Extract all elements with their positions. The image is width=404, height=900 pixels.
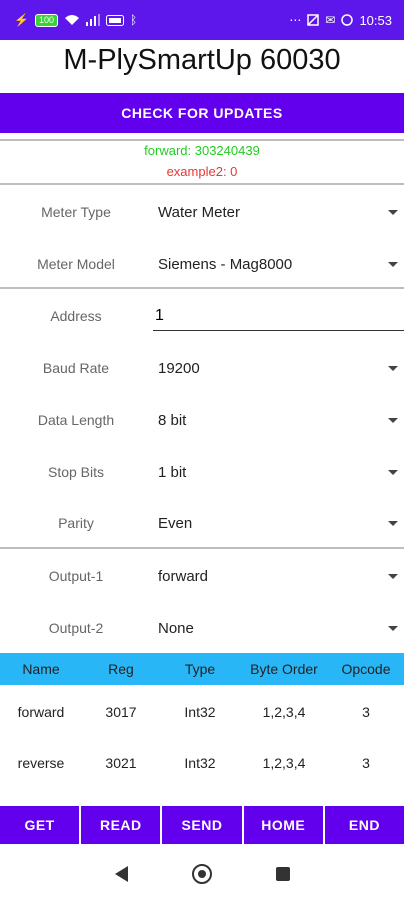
data-length-row[interactable]: Data Length 8 bit: [0, 394, 404, 446]
cell-opcode: 3: [362, 704, 370, 720]
charging-bolt-icon: ⚡: [14, 13, 29, 27]
status-bar: ⚡ 100 ᛒ ⋯ ✉ 10:53: [0, 0, 404, 40]
meter-model-select[interactable]: Siemens - Mag8000: [152, 256, 404, 273]
baud-rate-label: Baud Rate: [42, 360, 110, 376]
cell-byte-order: 1,2,3,4: [262, 755, 306, 771]
dropdown-arrow-icon[interactable]: [388, 521, 398, 526]
read-button[interactable]: READ: [81, 806, 161, 844]
home-icon[interactable]: [191, 864, 212, 884]
status-bar-left: ⚡ 100 ᛒ: [14, 13, 138, 27]
dropdown-arrow-icon[interactable]: [388, 210, 398, 215]
meter-type-select[interactable]: Water Meter: [152, 204, 404, 221]
stop-bits-row[interactable]: Stop Bits 1 bit: [0, 446, 404, 498]
stop-bits-label: Stop Bits: [47, 464, 105, 480]
app-title: M-PlySmartUp 60030: [63, 44, 341, 76]
bluetooth-icon: ᛒ: [129, 13, 138, 27]
dropdown-arrow-icon[interactable]: [388, 418, 398, 423]
dropdown-arrow-icon[interactable]: [388, 470, 398, 475]
address-label: Address: [50, 308, 102, 324]
signal-icon: [85, 14, 100, 26]
home-button[interactable]: HOME: [243, 806, 323, 844]
output-1-select[interactable]: forward: [152, 568, 404, 585]
whatsapp-icon: [341, 14, 354, 26]
home-dot: [197, 870, 206, 878]
system-navigation-bar: [0, 848, 404, 900]
cell-opcode: 3: [362, 755, 370, 771]
column-header-opcode: Opcode: [341, 661, 391, 677]
battery-icon: 100: [34, 13, 58, 27]
bottom-action-bar: GET READ SEND HOME END: [0, 806, 404, 844]
divider: [0, 183, 404, 185]
dnd-icon: ⋯: [289, 13, 302, 27]
parity-select[interactable]: Even: [152, 515, 404, 532]
cell-type: Int32: [184, 704, 216, 720]
meter-type-label: Meter Type: [41, 204, 111, 220]
cell-type: Int32: [184, 755, 216, 771]
data-length-select[interactable]: 8 bit: [152, 412, 404, 429]
baud-rate-row[interactable]: Baud Rate 19200: [0, 342, 404, 394]
cell-byte-order: 1,2,3,4: [262, 704, 306, 720]
status-line-example2: example2: 0: [166, 164, 238, 179]
output-2-select[interactable]: None: [152, 620, 404, 637]
check-for-updates-button[interactable]: CHECK FOR UPDATES: [0, 93, 404, 133]
output-1-row[interactable]: Output-1 forward: [0, 550, 404, 602]
cell-reg: 3017: [105, 704, 137, 720]
column-header-name: Name: [22, 661, 60, 677]
meter-model-row[interactable]: Meter Model Siemens - Mag8000: [0, 238, 404, 290]
wifi-icon: [64, 14, 80, 26]
baud-rate-select[interactable]: 19200: [152, 360, 404, 377]
mute-icon: [307, 14, 320, 26]
send-button[interactable]: SEND: [162, 806, 242, 844]
divider: [0, 139, 404, 141]
dropdown-arrow-icon[interactable]: [388, 626, 398, 631]
output-2-row[interactable]: Output-2 None: [0, 602, 404, 654]
dropdown-arrow-icon[interactable]: [388, 262, 398, 267]
end-button[interactable]: END: [324, 806, 404, 844]
clock-time: 10:53: [359, 12, 392, 28]
column-header-reg: Reg: [108, 661, 134, 677]
column-header-type: Type: [184, 661, 216, 677]
data-length-label: Data Length: [37, 412, 115, 428]
output-1-label: Output-1: [48, 568, 104, 584]
parity-row[interactable]: Parity Even: [0, 497, 404, 549]
back-icon[interactable]: [114, 866, 128, 882]
register-table-header: Name Reg Type Byte Order Opcode: [0, 653, 404, 685]
address-row: Address: [0, 290, 404, 342]
cell-name: forward: [17, 704, 65, 720]
divider: [0, 547, 404, 549]
status-line-forward: forward: 303240439: [144, 143, 260, 158]
meter-model-label: Meter Model: [37, 256, 115, 272]
column-header-byte-order: Byte Order: [250, 661, 318, 677]
table-row[interactable]: reverse 3021 Int32 1,2,3,4 3: [0, 737, 404, 789]
output-2-label: Output-2: [48, 620, 104, 636]
mail-icon: ✉: [325, 13, 336, 27]
get-button[interactable]: GET: [0, 806, 80, 844]
stop-bits-select[interactable]: 1 bit: [152, 464, 404, 481]
table-row[interactable]: forward 3017 Int32 1,2,3,4 3: [0, 686, 404, 738]
divider: [0, 287, 404, 289]
status-bar-right: ⋯ ✉ 10:53: [289, 13, 392, 28]
volte-icon: [105, 14, 124, 26]
cell-name: reverse: [17, 755, 65, 771]
recent-apps-icon[interactable]: [275, 867, 290, 881]
dropdown-arrow-icon[interactable]: [388, 574, 398, 579]
meter-type-row[interactable]: Meter Type Water Meter: [0, 186, 404, 238]
cell-reg: 3021: [105, 755, 137, 771]
dropdown-arrow-icon[interactable]: [388, 366, 398, 371]
address-input[interactable]: [153, 301, 404, 331]
parity-label: Parity: [58, 515, 94, 531]
